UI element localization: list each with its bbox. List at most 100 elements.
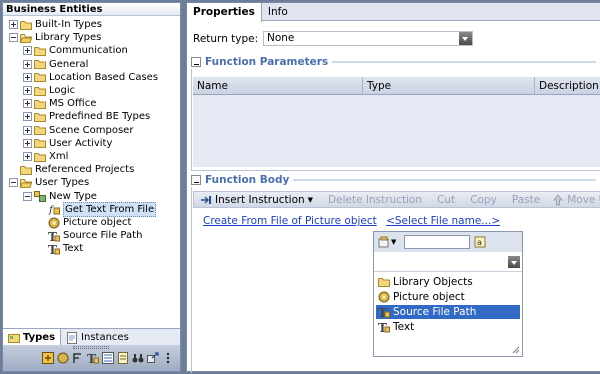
move-u-button[interactable]: Move U — [546, 194, 600, 206]
return-type-select[interactable]: None — [263, 31, 473, 46]
section-rule — [293, 179, 596, 181]
collapse-icon[interactable] — [23, 191, 32, 201]
collapse-icon[interactable] — [191, 175, 201, 185]
column-header-name[interactable]: Name — [193, 77, 363, 95]
tree-item[interactable]: Scene Composer — [23, 124, 133, 137]
tree-item[interactable]: Predefined BE Types — [23, 110, 150, 123]
function-icon: f — [48, 205, 60, 216]
expand-icon[interactable] — [23, 72, 32, 82]
resize-grip-icon[interactable] — [511, 345, 520, 354]
tree-item[interactable]: MS Office — [23, 97, 96, 110]
params-table-body[interactable] — [193, 95, 600, 167]
expand-icon[interactable] — [23, 59, 32, 69]
expand-icon[interactable] — [23, 86, 32, 95]
text-type-icon: T — [378, 321, 390, 335]
binoculars-icon[interactable] — [132, 352, 144, 364]
folder-icon — [34, 73, 46, 83]
popup-filter-combo[interactable] — [374, 252, 522, 272]
return-type-value: None — [267, 32, 295, 44]
tree-item[interactable]: New Type — [23, 190, 97, 203]
tree-item[interactable]: User Types — [9, 176, 89, 189]
tab-types[interactable]: Types — [3, 329, 62, 346]
tree-item[interactable]: Logic — [23, 84, 75, 97]
tree-item[interactable]: Xml — [23, 150, 68, 163]
expand-icon[interactable] — [23, 112, 32, 122]
dropdown-arrow-icon[interactable] — [459, 32, 472, 45]
tree-item[interactable]: Referenced Projects — [9, 163, 134, 176]
text-type-icon: T — [48, 243, 60, 257]
folder-icon — [34, 60, 46, 70]
expand-icon[interactable] — [23, 152, 32, 161]
tab-info[interactable]: Info — [262, 3, 294, 21]
document-icon[interactable] — [117, 352, 129, 364]
collapse-icon[interactable] — [191, 57, 201, 67]
tree-item[interactable]: T Source File Path — [37, 229, 143, 244]
toolbar-button-label: Copy — [470, 193, 497, 206]
tree-item-label: Picture object — [63, 217, 132, 228]
tree-item[interactable]: Library Types — [9, 31, 101, 44]
new-type-icon[interactable] — [42, 352, 54, 364]
section-rule — [332, 61, 596, 63]
tab-properties[interactable]: Properties — [187, 3, 262, 22]
new-function-icon[interactable] — [72, 352, 84, 364]
tree-item-label: MS Office — [49, 98, 97, 110]
instruction-link[interactable]: Create From File of Picture object — [203, 215, 377, 227]
select-file-name-link[interactable]: <Select File name...> — [386, 215, 500, 227]
folder-icon — [20, 165, 32, 175]
body-section-header: Function Body — [191, 173, 600, 187]
tree-item-label: Library Types — [35, 32, 102, 44]
tree-item[interactable]: Communication — [23, 44, 128, 57]
tab-label: Types — [23, 332, 56, 343]
toolbar-button-label: Paste — [511, 193, 541, 206]
expand-icon[interactable] — [23, 46, 32, 56]
tree-item[interactable]: General — [23, 58, 88, 71]
share-icon[interactable] — [147, 352, 159, 364]
dropdown-arrow-icon[interactable] — [508, 256, 520, 268]
tree-item[interactable]: Location Based Cases — [23, 71, 158, 84]
more-icon[interactable] — [162, 352, 174, 364]
column-header-description[interactable]: Description — [535, 77, 600, 95]
text-type-icon[interactable]: T — [87, 352, 99, 366]
expand-icon[interactable] — [9, 20, 18, 29]
expand-icon[interactable] — [23, 99, 32, 109]
tree-item[interactable]: f Get Text From File — [37, 201, 157, 217]
folder-icon — [34, 152, 46, 162]
insert-instruction-button[interactable]: Insert Instruction ▼ — [194, 194, 319, 206]
new-object-icon[interactable] — [57, 352, 69, 364]
svg-text:a: a — [477, 238, 482, 247]
value-picker-popup: ▼ a Library Objects Picture object T Source… — [373, 231, 523, 357]
tree-item[interactable]: User Activity — [23, 137, 112, 150]
expand-icon[interactable] — [23, 138, 32, 148]
expand-icon[interactable] — [23, 125, 32, 135]
collapse-icon[interactable] — [9, 178, 18, 188]
tree-item[interactable]: Picture object — [37, 216, 131, 229]
popup-search-input[interactable] — [404, 235, 471, 249]
paste-button[interactable]: Paste — [503, 194, 546, 206]
list-item[interactable]: Picture object — [376, 290, 520, 304]
list-item[interactable]: Library Objects — [376, 275, 520, 289]
chevron-down-icon: ▼ — [307, 195, 314, 204]
collapse-icon[interactable] — [9, 33, 18, 43]
return-type-row: Return type: None — [193, 31, 473, 46]
column-header-type[interactable]: Type — [363, 77, 535, 95]
list-icon[interactable] — [102, 352, 114, 364]
tab-instances[interactable]: Instances — [61, 329, 134, 346]
new-item-icon[interactable] — [378, 236, 390, 248]
types-icon — [8, 333, 20, 343]
splitter-grip[interactable] — [73, 346, 109, 349]
copy-button[interactable]: Copy — [461, 194, 503, 206]
instances-icon — [67, 331, 78, 344]
tree-item-label: Logic — [49, 85, 76, 96]
tree-item[interactable]: T Text — [37, 242, 83, 257]
folder-icon — [378, 278, 390, 287]
cut-button[interactable]: Cut — [428, 194, 461, 206]
list-item[interactable]: T Text — [376, 320, 520, 335]
folder-icon — [34, 46, 46, 56]
instruction-sentence: Create From File of Picture object <Sele… — [203, 215, 500, 227]
delete-instruction-button[interactable]: Delete Instruction — [319, 194, 428, 206]
text-search-icon[interactable]: a — [474, 236, 486, 248]
list-item[interactable]: T Source File Path — [376, 305, 520, 320]
tree-item-label: Source File Path — [63, 230, 143, 242]
chevron-down-icon[interactable]: ▼ — [391, 238, 396, 246]
tree-item[interactable]: Built-In Types — [9, 18, 102, 31]
